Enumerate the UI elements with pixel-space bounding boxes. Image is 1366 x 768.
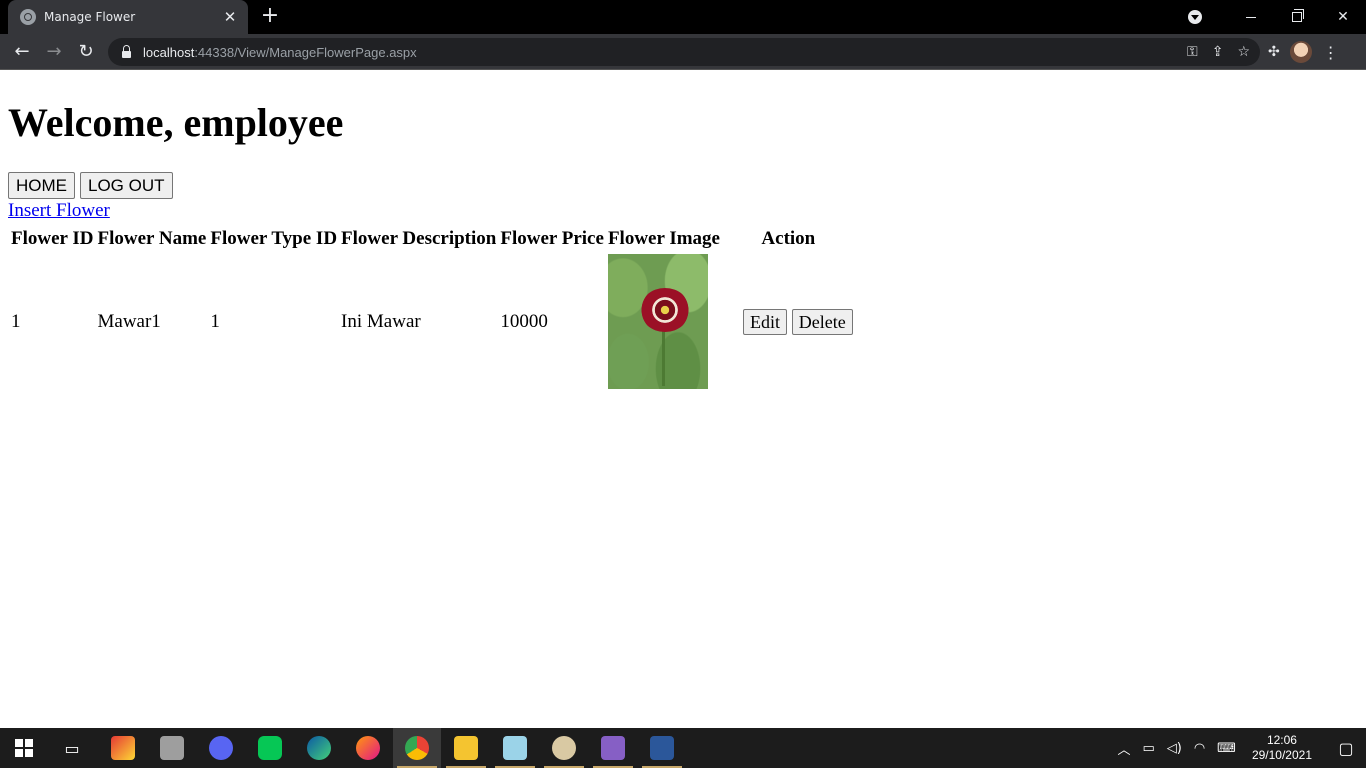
column-header: Flower Name bbox=[97, 228, 207, 249]
column-header: Flower Type ID bbox=[210, 228, 338, 249]
photos-icon[interactable] bbox=[148, 728, 196, 768]
start-icon[interactable] bbox=[0, 728, 48, 768]
menu-icon[interactable]: ⋮ bbox=[1322, 43, 1340, 62]
url-host: localhost bbox=[143, 44, 195, 60]
page-content: Welcome, employee HOME LOG OUT Insert Fl… bbox=[0, 71, 1366, 728]
reload-button[interactable]: ↻ bbox=[74, 40, 98, 64]
keyboard-icon[interactable]: ⌨ bbox=[1217, 741, 1236, 756]
share-icon[interactable]: ⇪ bbox=[1212, 44, 1224, 60]
flower-price-cell: 10000 bbox=[500, 310, 548, 332]
key-icon[interactable]: ⚿ bbox=[1187, 44, 1198, 60]
clock-date: 29/10/2021 bbox=[1251, 748, 1312, 762]
chrome-icon[interactable] bbox=[393, 728, 441, 768]
visual-studio-icon[interactable] bbox=[589, 728, 637, 768]
address-bar[interactable]: localhost:44338/View/ManageFlowerPage.as… bbox=[108, 38, 1260, 66]
flower-table: Flower ID Flower Name Flower Type ID Flo… bbox=[8, 225, 856, 392]
column-header: Flower Price bbox=[500, 228, 604, 249]
close-tab-icon[interactable]: ✕ bbox=[222, 9, 238, 25]
browser-tab[interactable]: Manage Flower ✕ bbox=[8, 0, 248, 34]
browser-tab-bar: Manage Flower ✕ + ✕ bbox=[0, 0, 1366, 34]
home-button[interactable]: HOME bbox=[8, 172, 75, 199]
flower-image bbox=[607, 254, 708, 389]
url-text: localhost:44338/View/ManageFlowerPage.as… bbox=[143, 45, 417, 60]
delete-button[interactable]: Delete bbox=[791, 308, 853, 335]
logout-button[interactable]: LOG OUT bbox=[80, 172, 173, 199]
windows-taskbar: ▭ ︿ ▭ ◁) ◠ ⌨ 12:06 29/10/2021 ▢ bbox=[0, 728, 1366, 768]
table-row: 1 Mawar1 1 Ini Mawar 10000 Edit Delete bbox=[10, 253, 854, 390]
volume-icon[interactable]: ◁) bbox=[1167, 741, 1182, 756]
table-header-row: Flower ID Flower Name Flower Type ID Flo… bbox=[10, 227, 854, 251]
column-header: Action bbox=[761, 228, 816, 249]
browser-toolbar: ← → ↻ localhost:44338/View/ManageFlowerP… bbox=[0, 34, 1366, 70]
back-button[interactable]: ← bbox=[10, 40, 34, 64]
wifi-icon[interactable]: ◠ bbox=[1194, 741, 1205, 756]
forward-button[interactable]: → bbox=[42, 40, 66, 64]
file-explorer-icon[interactable] bbox=[442, 728, 490, 768]
action-cell: Edit Delete bbox=[723, 253, 854, 390]
app-icon[interactable] bbox=[99, 728, 147, 768]
column-header: Flower Description bbox=[341, 228, 497, 249]
notification-icon[interactable]: ▢ bbox=[1326, 739, 1366, 758]
close-window-button[interactable]: ✕ bbox=[1320, 0, 1366, 34]
url-path: :44338/View/ManageFlowerPage.aspx bbox=[194, 44, 417, 60]
chevron-up-icon[interactable]: ︿ bbox=[1117, 739, 1130, 758]
task-view-icon[interactable]: ▭ bbox=[48, 728, 96, 768]
minimize-button[interactable] bbox=[1228, 0, 1274, 34]
new-tab-button[interactable]: + bbox=[258, 4, 282, 28]
flower-description-cell: Ini Mawar bbox=[341, 310, 421, 332]
edit-button[interactable]: Edit bbox=[742, 308, 787, 335]
window-controls: ✕ bbox=[1188, 0, 1366, 34]
clock[interactable]: 12:06 29/10/2021 bbox=[1252, 733, 1312, 763]
column-header: Flower Image bbox=[607, 228, 720, 249]
flower-name-cell: Mawar1 bbox=[97, 310, 161, 332]
word-icon[interactable] bbox=[638, 728, 686, 768]
line-icon[interactable] bbox=[246, 728, 294, 768]
tab-title: Manage Flower bbox=[44, 10, 136, 24]
page-title: Welcome, employee bbox=[8, 100, 344, 145]
globe-icon bbox=[20, 9, 36, 25]
paint-icon[interactable] bbox=[540, 728, 588, 768]
column-header: Flower ID bbox=[11, 228, 94, 249]
app-icon-2[interactable] bbox=[491, 728, 539, 768]
flower-image-cell bbox=[607, 253, 721, 390]
lock-icon[interactable] bbox=[122, 44, 131, 58]
nav-button-row: HOME LOG OUT bbox=[8, 172, 173, 199]
edge-icon[interactable] bbox=[295, 728, 343, 768]
restore-button[interactable] bbox=[1274, 0, 1320, 34]
discord-icon[interactable] bbox=[197, 728, 245, 768]
flower-type-id-cell: 1 bbox=[210, 310, 220, 332]
battery-icon[interactable]: ▭ bbox=[1142, 741, 1154, 756]
profile-avatar[interactable] bbox=[1289, 41, 1312, 63]
clock-time: 12:06 bbox=[1266, 733, 1297, 747]
firefox-icon[interactable] bbox=[344, 728, 392, 768]
system-tray: ︿ ▭ ◁) ◠ ⌨ 12:06 29/10/2021 ▢ bbox=[1111, 728, 1366, 768]
insert-flower-link[interactable]: Insert Flower bbox=[8, 200, 110, 222]
flower-id-cell: 1 bbox=[11, 310, 21, 332]
extensions-icon[interactable]: ✣ bbox=[1268, 44, 1280, 60]
tab-search-icon[interactable] bbox=[1188, 10, 1202, 24]
minimize-icon bbox=[1246, 16, 1256, 18]
star-icon[interactable]: ☆ bbox=[1237, 44, 1250, 60]
restore-icon bbox=[1292, 9, 1304, 22]
